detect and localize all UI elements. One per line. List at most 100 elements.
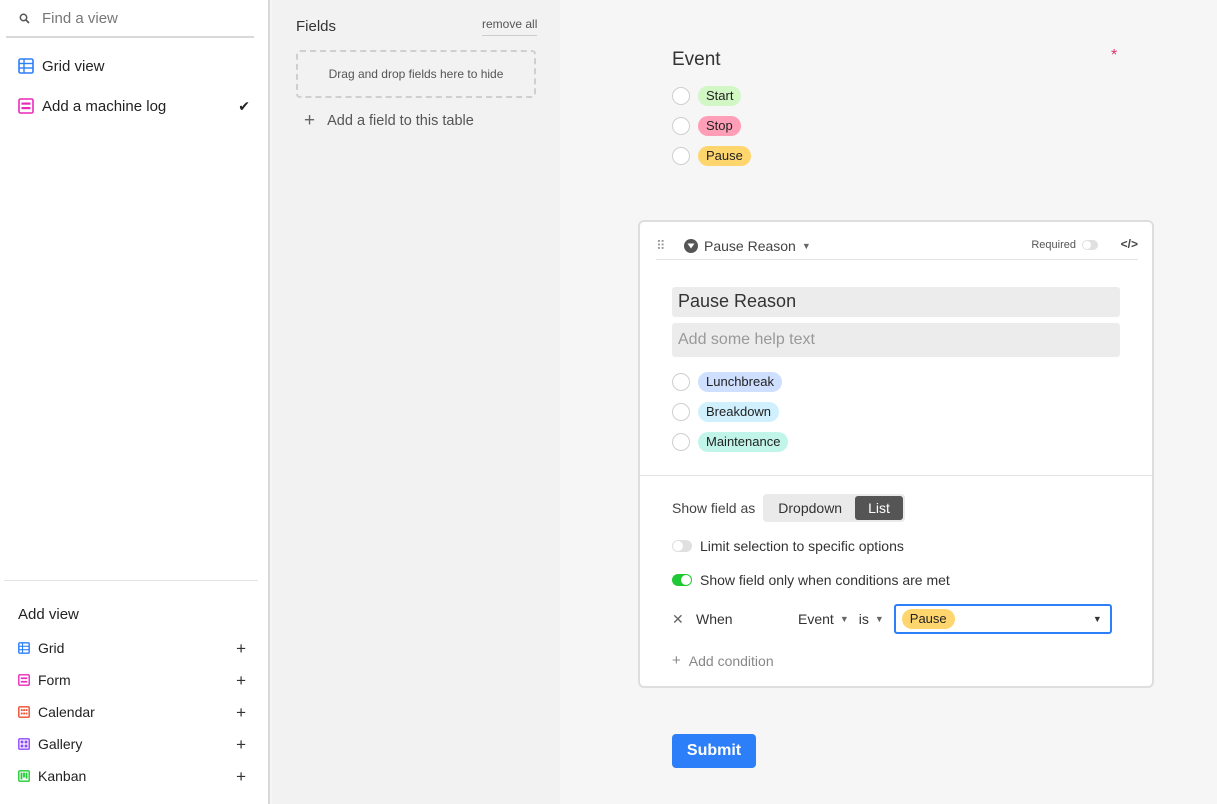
add-view-label: Calendar <box>38 704 95 720</box>
required-marker: * <box>1111 47 1118 64</box>
chevron-down-icon: ▼ <box>874 614 884 624</box>
condition-row: ✕ When Event ▼ is ▼ Pause ▼ <box>672 604 1112 634</box>
add-field-label: Add a field to this table <box>327 112 474 129</box>
add-condition-label: Add condition <box>688 652 774 669</box>
hidden-fields-dropzone[interactable]: Drag and drop fields here to hide <box>296 50 536 98</box>
add-view-label: Grid <box>38 640 65 656</box>
chevron-down-icon: ▼ <box>839 614 849 624</box>
sidebar-divider <box>4 580 258 581</box>
sidebar-item-add-a-machine-log[interactable]: Add a machine log ✔ <box>6 88 258 124</box>
required-toggle[interactable]: Required <box>1031 239 1098 251</box>
close-icon[interactable]: ✕ <box>672 611 696 628</box>
plus-icon[interactable]: + <box>236 640 246 657</box>
add-view-label: Form <box>38 672 71 688</box>
field-name-input[interactable]: Pause Reason <box>672 287 1120 317</box>
pause-option-maintenance[interactable]: Maintenance <box>672 432 789 452</box>
checkmark-icon: ✔ <box>238 97 250 114</box>
display-mode-toggle: Dropdown List <box>763 494 905 522</box>
event-option-start[interactable]: Start <box>672 86 742 106</box>
limit-selection-row[interactable]: Limit selection to specific options <box>672 538 904 554</box>
add-field-button[interactable]: + Add a field to this table <box>304 111 474 130</box>
card-header: ⠿ Pause Reason ▼ Required </> <box>656 232 1138 260</box>
add-view-label: Kanban <box>38 768 87 784</box>
radio-button[interactable] <box>672 433 690 451</box>
option-pill: Maintenance <box>698 432 789 452</box>
condition-value-select[interactable]: Pause ▼ <box>893 604 1112 634</box>
chevron-down-icon: ▼ <box>1092 614 1102 624</box>
drag-handle-icon[interactable]: ⠿ <box>656 238 684 254</box>
add-view-label: Gallery <box>38 736 83 752</box>
conditional-display-label: Show field only when conditions are met <box>700 572 950 588</box>
field-selector[interactable]: Pause Reason ▼ <box>684 238 811 254</box>
pause-option-breakdown[interactable]: Breakdown <box>672 402 780 422</box>
search-icon <box>6 13 42 24</box>
form-icon <box>18 98 42 114</box>
views-sidebar: Grid view Add a machine log ✔ Add view G… <box>0 0 270 804</box>
field-selector-label: Pause Reason <box>704 237 796 254</box>
add-condition-button[interactable]: + Add condition <box>672 652 774 669</box>
event-option-pause[interactable]: Pause <box>672 146 751 166</box>
limit-selection-switch[interactable] <box>672 540 692 552</box>
option-pill: Stop <box>698 116 741 136</box>
add-view-calendar[interactable]: Calendar + <box>18 700 250 724</box>
condition-field-select[interactable]: Event ▼ <box>798 611 849 627</box>
radio-button[interactable] <box>672 87 690 105</box>
pause-reason-field-card[interactable]: ⠿ Pause Reason ▼ Required </> Pause Reas… <box>638 220 1154 688</box>
add-view-heading: Add view <box>18 606 79 623</box>
option-pill: Pause <box>698 146 751 166</box>
radio-button[interactable] <box>672 117 690 135</box>
radio-button[interactable] <box>672 403 690 421</box>
condition-operator-select[interactable]: is ▼ <box>859 611 884 627</box>
pause-option-lunchbreak[interactable]: Lunchbreak <box>672 372 782 392</box>
kanban-icon <box>18 770 38 782</box>
sidebar-item-grid-view[interactable]: Grid view <box>6 48 258 84</box>
plus-icon[interactable]: + <box>236 736 246 753</box>
sidebar-item-label: Add a machine log <box>42 97 167 115</box>
radio-button[interactable] <box>672 147 690 165</box>
conditional-display-row[interactable]: Show field only when conditions are met <box>672 572 950 588</box>
chevron-down-icon: ▼ <box>801 240 811 251</box>
gallery-icon <box>18 738 38 750</box>
dropzone-text: Drag and drop fields here to hide <box>328 67 504 81</box>
view-search[interactable] <box>6 0 254 38</box>
required-label: Required <box>1031 239 1076 251</box>
required-switch[interactable] <box>1082 240 1098 250</box>
grid-icon <box>18 58 42 74</box>
condition-value-pill: Pause <box>901 609 955 629</box>
add-view-form[interactable]: Form + <box>18 668 250 692</box>
show-field-as-row: Show field as Dropdown List <box>672 494 905 522</box>
option-pill: Lunchbreak <box>698 372 782 392</box>
condition-operator-label: is <box>858 611 869 627</box>
conditional-display-switch[interactable] <box>672 574 692 586</box>
add-view-grid[interactable]: Grid + <box>18 636 250 660</box>
plus-icon[interactable]: + <box>236 768 246 785</box>
add-view-kanban[interactable]: Kanban + <box>18 764 250 788</box>
grid-icon <box>18 642 38 654</box>
event-option-stop[interactable]: Stop <box>672 116 741 136</box>
limit-selection-label: Limit selection to specific options <box>700 538 904 554</box>
single-select-icon <box>684 238 698 253</box>
when-label: When <box>696 611 733 627</box>
plus-icon: + <box>304 110 316 131</box>
remove-all-link[interactable]: remove all <box>482 17 538 36</box>
hidden-fields-panel: Fields remove all Drag and drop fields h… <box>272 0 560 804</box>
help-text-input[interactable]: Add some help text <box>672 323 1120 357</box>
condition-field-label: Event <box>798 611 834 627</box>
plus-icon: + <box>672 652 681 669</box>
plus-icon[interactable]: + <box>236 704 246 721</box>
event-field-title: Event <box>672 49 721 70</box>
plus-icon[interactable]: + <box>236 672 246 689</box>
form-icon <box>18 674 38 686</box>
add-view-gallery[interactable]: Gallery + <box>18 732 250 756</box>
search-input[interactable] <box>42 9 242 27</box>
submit-button[interactable]: Submit <box>672 734 756 768</box>
code-icon[interactable]: </> <box>1121 237 1138 251</box>
card-divider <box>640 475 1152 476</box>
sidebar-item-label: Grid view <box>42 57 105 75</box>
list-mode-button[interactable]: List <box>855 496 903 520</box>
radio-button[interactable] <box>672 373 690 391</box>
option-pill: Start <box>698 86 742 106</box>
option-pill: Breakdown <box>698 402 780 422</box>
fields-heading: Fields <box>296 18 337 35</box>
dropdown-mode-button[interactable]: Dropdown <box>765 496 855 520</box>
